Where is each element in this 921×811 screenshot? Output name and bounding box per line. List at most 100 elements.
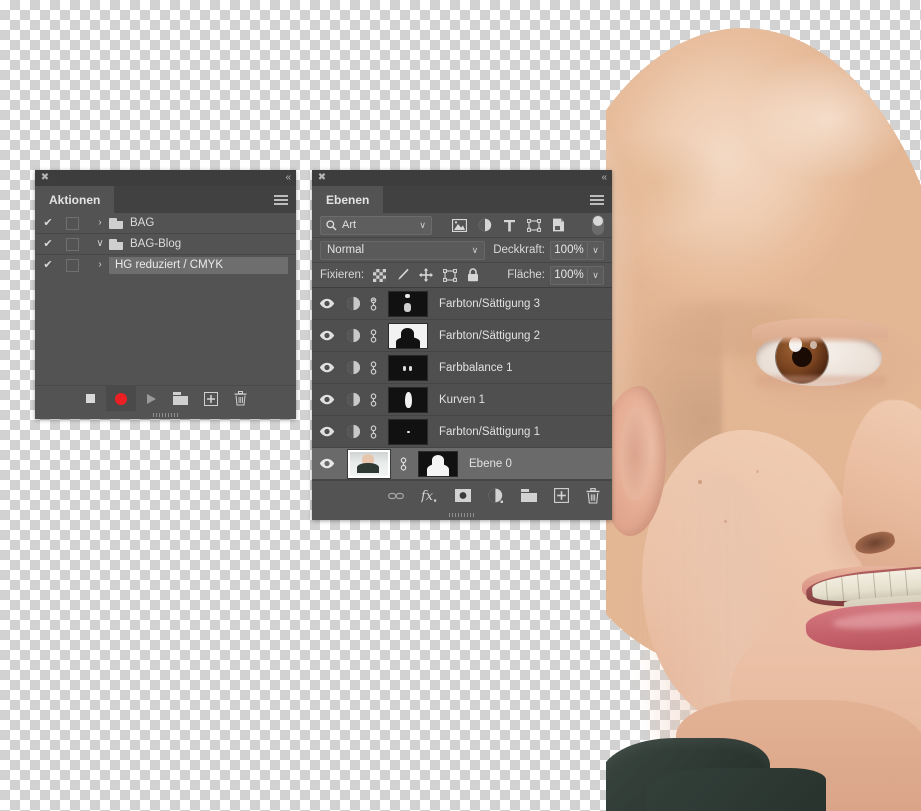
eye-icon[interactable]: [312, 298, 342, 309]
play-button[interactable]: [136, 386, 166, 411]
layer-row[interactable]: Kurven 1: [312, 384, 612, 416]
eye-icon[interactable]: [312, 426, 342, 437]
actions-panel[interactable]: ✖ « Aktionen ✔ › BAG ✔ ∨ BAG-Blog ✔ › HG…: [35, 170, 296, 419]
action-enabled-check[interactable]: ✔: [35, 234, 61, 254]
add-layer-mask-button[interactable]: [455, 489, 471, 502]
folder-open-icon: [109, 238, 123, 250]
filter-adjustment-icon[interactable]: [478, 218, 492, 232]
chevron-down-icon[interactable]: ∨: [419, 220, 426, 231]
folder-icon: [109, 217, 123, 229]
layer-name[interactable]: Ebene 0: [469, 458, 512, 470]
delete-layer-button[interactable]: [586, 487, 600, 504]
layer-name[interactable]: Farbton/Sättigung 3: [439, 298, 540, 310]
mask-link-icon[interactable]: [364, 392, 382, 407]
layer-name[interactable]: Farbton/Sättigung 1: [439, 426, 540, 438]
action-item-label-selected[interactable]: HG reduziert / CMYK: [109, 256, 288, 274]
adjustment-halfcircle-icon: [342, 328, 364, 343]
actions-row[interactable]: ✔ ∨ BAG-Blog: [35, 234, 296, 255]
layer-style-button[interactable]: fx: [421, 488, 438, 504]
new-group-button[interactable]: [521, 489, 537, 502]
layer-name[interactable]: Farbton/Sättigung 2: [439, 330, 540, 342]
mask-link-icon[interactable]: [394, 456, 412, 471]
fill-chevron-down-icon[interactable]: ∨: [588, 265, 604, 285]
lock-position-icon[interactable]: [419, 268, 434, 282]
layer-row[interactable]: Farbton/Sättigung 3: [312, 288, 612, 320]
new-set-button[interactable]: [166, 386, 196, 411]
mask-link-icon[interactable]: [364, 328, 382, 343]
layer-filter-kind-select[interactable]: Art ∨: [320, 215, 432, 235]
mask-link-icon[interactable]: [364, 296, 382, 311]
new-adjustment-layer-button[interactable]: [488, 488, 504, 504]
eye-icon[interactable]: [312, 394, 342, 405]
layer-mask-thumbnail[interactable]: [388, 322, 428, 349]
eye-icon[interactable]: [312, 458, 342, 469]
record-button[interactable]: [105, 386, 136, 411]
opacity-chevron-down-icon[interactable]: ∨: [588, 240, 604, 260]
layer-image-thumbnail[interactable]: [347, 448, 391, 479]
filter-pixel-icon[interactable]: [452, 218, 467, 232]
eye-icon[interactable]: [312, 362, 342, 373]
lock-image-pixels-icon[interactable]: [396, 268, 409, 282]
action-dialog-toggle[interactable]: [61, 216, 91, 230]
close-icon[interactable]: ✖: [40, 173, 50, 183]
lock-transparent-pixels-icon[interactable]: [373, 268, 387, 282]
actions-row[interactable]: ✔ › HG reduziert / CMYK: [35, 255, 296, 275]
layer-name[interactable]: Farbbalance 1: [439, 362, 513, 374]
layer-name[interactable]: Kurven 1: [439, 394, 485, 406]
action-dialog-toggle[interactable]: [61, 258, 91, 272]
layer-mask-thumbnail[interactable]: [388, 290, 428, 317]
action-enabled-check[interactable]: ✔: [35, 255, 61, 275]
skin-mark: [756, 470, 759, 473]
hamburger-menu-icon[interactable]: [590, 195, 604, 205]
action-set-label: BAG: [130, 217, 155, 229]
lock-row: Fixieren: Fläche: 100% ∨: [312, 263, 612, 288]
layer-mask-thumbnail[interactable]: [388, 386, 428, 413]
eye-icon[interactable]: [312, 330, 342, 341]
tab-ebenen[interactable]: Ebenen: [312, 186, 384, 213]
fill-value[interactable]: 100%: [550, 265, 588, 285]
action-dialog-toggle[interactable]: [61, 237, 91, 251]
actions-row[interactable]: ✔ › BAG: [35, 213, 296, 234]
chevron-right-icon[interactable]: ›: [91, 213, 109, 233]
action-enabled-check[interactable]: ✔: [35, 213, 61, 233]
layer-row[interactable]: Farbton/Sättigung 2: [312, 320, 612, 352]
link-layers-button[interactable]: [388, 491, 404, 501]
layer-row[interactable]: Farbton/Sättigung 1: [312, 416, 612, 448]
double-chevron-left-icon[interactable]: «: [601, 172, 606, 184]
double-chevron-left-icon[interactable]: «: [285, 172, 290, 184]
layer-mask-thumbnail[interactable]: [388, 354, 428, 381]
layers-panel-resize-grip[interactable]: [312, 510, 612, 520]
delete-button[interactable]: [226, 386, 256, 411]
tab-ebenen-label: Ebenen: [326, 192, 370, 207]
filter-type-icon[interactable]: [503, 219, 516, 232]
stop-button[interactable]: [76, 386, 106, 411]
mask-link-icon[interactable]: [364, 360, 382, 375]
filter-smart-object-icon[interactable]: [552, 218, 565, 232]
layers-panel[interactable]: ✖ « Ebenen Art ∨ Normal ∨ Deckkraft: 100…: [312, 170, 612, 520]
filter-shape-icon[interactable]: [527, 218, 541, 232]
blend-mode-select[interactable]: Normal ∨: [320, 240, 486, 260]
hamburger-menu-icon[interactable]: [274, 195, 288, 205]
lock-artboard-nesting-icon[interactable]: [443, 268, 458, 282]
actions-panel-resize-grip[interactable]: [35, 411, 296, 419]
new-action-button[interactable]: [196, 386, 226, 411]
chevron-down-icon[interactable]: ∨: [91, 234, 109, 254]
opacity-value[interactable]: 100%: [550, 240, 588, 260]
lock-label: Fixieren:: [320, 269, 365, 281]
mask-link-icon[interactable]: [364, 424, 382, 439]
actions-panel-titlebar: ✖ «: [35, 170, 296, 186]
layer-row[interactable]: Farbbalance 1: [312, 352, 612, 384]
layer-mask-thumbnail[interactable]: [418, 450, 458, 477]
layer-row-selected[interactable]: Ebene 0: [312, 448, 612, 480]
adjustment-halfcircle-icon: [342, 296, 364, 311]
layer-mask-thumbnail[interactable]: [388, 418, 428, 445]
chevron-right-icon[interactable]: ›: [91, 255, 109, 275]
lock-all-icon[interactable]: [467, 268, 479, 282]
filter-enable-toggle[interactable]: [592, 215, 604, 235]
blend-mode-row: Normal ∨ Deckkraft: 100% ∨: [312, 238, 612, 263]
close-icon[interactable]: ✖: [317, 173, 327, 183]
tab-aktionen[interactable]: Aktionen: [35, 186, 115, 213]
adjustment-halfcircle-icon: [342, 424, 364, 439]
new-layer-button[interactable]: [554, 488, 569, 503]
chevron-down-icon[interactable]: ∨: [472, 245, 479, 256]
